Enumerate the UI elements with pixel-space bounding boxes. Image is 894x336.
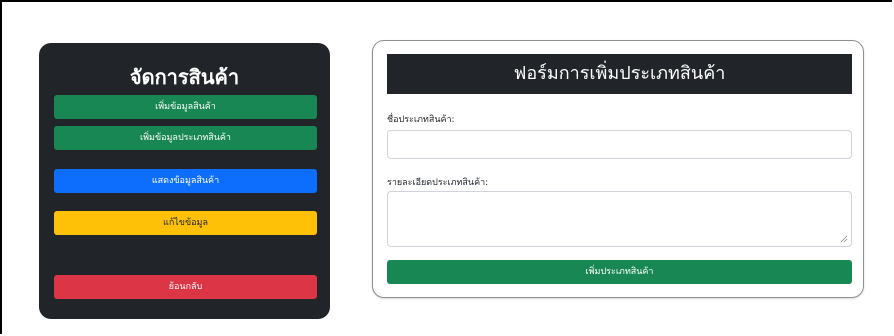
category-detail-textarea[interactable] [387, 191, 852, 247]
add-product-button[interactable]: เพิ่มข้อมูลสินค้า [54, 95, 317, 119]
product-management-sidebar: จัดการสินค้า เพิ่มข้อมูลสินค้า เพิ่มข้อม… [39, 43, 330, 319]
add-product-category-button[interactable]: เพิ่มข้อมูลประเภทสินค้า [54, 126, 317, 150]
category-name-input[interactable] [387, 130, 852, 159]
back-button[interactable]: ย้อนกลับ [54, 275, 317, 299]
edit-data-button[interactable]: แก้ไขข้อมูล [54, 211, 317, 235]
form-title: ฟอร์มการเพิ่มประเภทสินค้า [387, 54, 852, 94]
show-products-button[interactable]: แสดงข้อมูลสินค้า [54, 169, 317, 193]
category-detail-label: รายละเอียดประเภทสินค้า: [387, 178, 489, 188]
category-name-label: ชื่อประเภทสินค้า: [387, 115, 455, 125]
add-category-form-card: ฟอร์มการเพิ่มประเภทสินค้า ชื่อประเภทสินค… [372, 40, 864, 298]
sidebar-title: จัดการสินค้า [129, 65, 240, 89]
add-category-submit-button[interactable]: เพิ่มประเภทสินค้า [387, 260, 852, 284]
resize-handle-icon[interactable] [840, 235, 848, 243]
